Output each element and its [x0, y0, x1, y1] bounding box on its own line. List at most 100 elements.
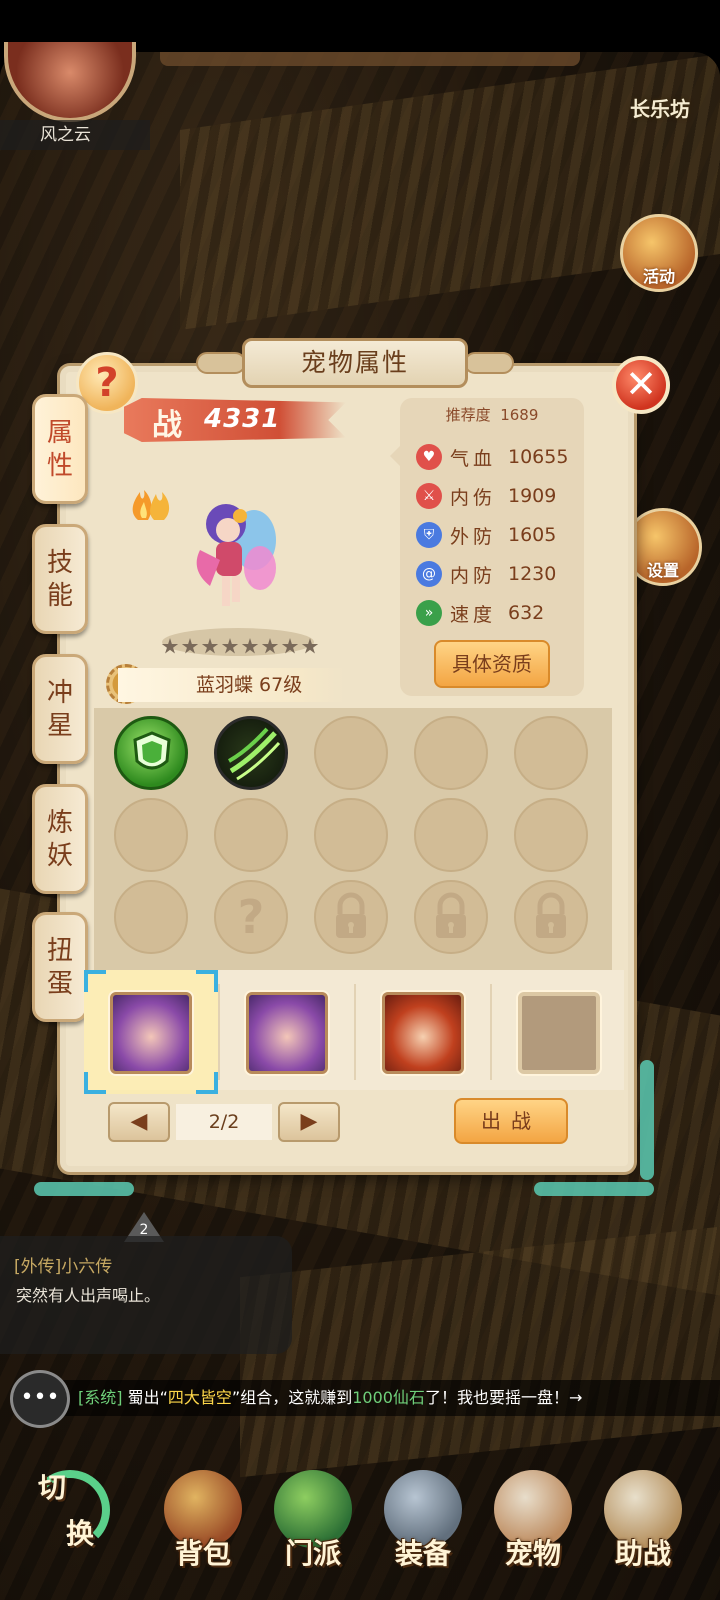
- tab-star-up-label-2: 星: [46, 711, 73, 741]
- deploy-button[interactable]: 出战: [454, 1098, 568, 1144]
- lock-icon[interactable]: [514, 880, 588, 954]
- nav-pet[interactable]: 宠物: [478, 1470, 588, 1590]
- nav-bag-label: 背包: [174, 1537, 231, 1570]
- empty-skill-slot[interactable]: [514, 716, 588, 790]
- stat-label: 速度: [450, 603, 497, 626]
- tab-gacha-label-1: 扭: [46, 936, 73, 966]
- empty-skill-slot[interactable]: [114, 880, 188, 954]
- quest-description: 突然有人出声喝止。: [16, 1286, 161, 1305]
- tab-refine[interactable]: 炼 妖: [32, 784, 88, 894]
- star-icon: [161, 638, 179, 654]
- switch-label-1: 切: [38, 1471, 67, 1504]
- close-button[interactable]: ✕: [612, 356, 670, 414]
- lock-icon[interactable]: [314, 880, 388, 954]
- stat-value: 1230: [508, 563, 557, 585]
- pet-divider: [490, 984, 492, 1080]
- stat-row-outer-defense: ⛨ 外防 1605: [416, 520, 586, 550]
- stat-row-inner-damage: ⚔ 内伤 1909: [416, 481, 586, 511]
- tab-attributes[interactable]: 属 性: [32, 394, 88, 504]
- tab-star-up[interactable]: 冲 星: [32, 654, 88, 764]
- tab-refine-label-2: 妖: [46, 841, 73, 871]
- resource-bar: [160, 52, 580, 66]
- chat-text: ”组合，这就赚到: [231, 1388, 353, 1407]
- stat-value: 1909: [508, 485, 557, 507]
- empty-skill-slot[interactable]: [314, 798, 388, 872]
- pet-butterfly-figure: [196, 504, 276, 606]
- pet-card-3[interactable]: [382, 992, 464, 1074]
- recommend-score: 推荐度 1689: [400, 404, 584, 425]
- wind-slash-skill-icon[interactable]: [214, 716, 288, 790]
- empty-skill-slot[interactable]: [514, 798, 588, 872]
- activity-label: 活动: [642, 267, 675, 286]
- tab-attributes-label-2: 性: [46, 451, 73, 481]
- nav-pet-label: 宠物: [504, 1537, 561, 1570]
- pet-card-2[interactable]: [246, 992, 328, 1074]
- settings-label: 设置: [646, 561, 679, 580]
- nav-assist-label: 助战: [614, 1537, 671, 1570]
- star-icon: [241, 638, 259, 654]
- quest-tracker[interactable]: [外传]小六传 突然有人出声喝止。: [0, 1236, 292, 1354]
- nav-equipment-label: 装备: [394, 1537, 451, 1570]
- shield-skill-icon[interactable]: [114, 716, 188, 790]
- tab-star-up-label-1: 冲: [46, 678, 73, 708]
- empty-skill-slot[interactable]: [214, 798, 288, 872]
- empty-skill-slot[interactable]: [414, 798, 488, 872]
- switch-button[interactable]: 切 换: [20, 1460, 110, 1580]
- activity-button[interactable]: 活动: [620, 214, 698, 292]
- star-icon: [221, 638, 239, 654]
- empty-skill-slot[interactable]: [314, 716, 388, 790]
- swirl-icon: @: [416, 561, 442, 587]
- empty-skill-slot[interactable]: [114, 798, 188, 872]
- nav-bag[interactable]: 背包: [148, 1470, 258, 1590]
- lock-icon[interactable]: [414, 880, 488, 954]
- panel-title: 宠物属性: [242, 338, 468, 388]
- nav-assist[interactable]: 助战: [588, 1470, 698, 1590]
- location-button[interactable]: 长乐坊: [612, 84, 708, 134]
- star-icon: [261, 638, 279, 654]
- chat-bubble-icon[interactable]: •••: [10, 1370, 70, 1428]
- jade-ornament-left: [34, 1182, 134, 1196]
- stat-row-speed: » 速度 632: [416, 598, 586, 628]
- pet-divider: [218, 984, 220, 1080]
- stat-value: 1605: [508, 524, 557, 546]
- unknown-skill-slot[interactable]: ?: [214, 880, 288, 954]
- tab-skills-label-1: 技: [46, 548, 73, 578]
- title-ornament-left: [196, 352, 246, 374]
- recommend-value: 1689: [500, 406, 539, 424]
- switch-label-2: 换: [66, 1517, 95, 1550]
- stat-label: 气血: [450, 447, 497, 470]
- chat-highlight: 四大皆空: [167, 1388, 232, 1407]
- player-name: 风之云: [0, 120, 150, 150]
- tab-skills[interactable]: 技 能: [32, 524, 88, 634]
- pet-divider: [354, 984, 356, 1080]
- stat-label: 内防: [450, 564, 497, 587]
- detail-aptitude-button[interactable]: 具体资质: [434, 640, 550, 688]
- stat-label: 内伤: [450, 486, 497, 509]
- tab-gacha-label-2: 蛋: [46, 969, 73, 999]
- jade-ornament-vine: [640, 1060, 654, 1180]
- settings-button[interactable]: 设置: [624, 508, 702, 586]
- next-page-button[interactable]: ▶: [278, 1102, 340, 1142]
- nav-equipment[interactable]: 装备: [368, 1470, 478, 1590]
- stat-row-hp: ♥ 气血 10655: [416, 442, 586, 472]
- system-chat-bar[interactable]: [系统] 蜀出“四大皆空”组合，这就赚到1000仙石了！我也要摇一盘！→: [60, 1380, 720, 1416]
- jade-ornament-right: [534, 1182, 654, 1196]
- shield-icon: ⛨: [416, 522, 442, 548]
- nav-sect[interactable]: 门派: [258, 1470, 368, 1590]
- empty-skill-slot[interactable]: [414, 716, 488, 790]
- combat-power-banner: 战 4331: [124, 398, 346, 442]
- pet-card-1[interactable]: [110, 992, 192, 1074]
- pet-card-empty[interactable]: [518, 992, 600, 1074]
- page-indicator: 2/2: [176, 1104, 272, 1140]
- heart-icon: ♥: [416, 444, 442, 470]
- tab-gacha[interactable]: 扭 蛋: [32, 912, 88, 1022]
- quest-title: [外传]小六传: [14, 1257, 113, 1277]
- chat-text: 了！我也要摇一盘！→: [424, 1388, 583, 1407]
- star-icon: [201, 638, 219, 654]
- prev-page-button[interactable]: ◀: [108, 1102, 170, 1142]
- fire-element-icon: [132, 490, 170, 520]
- stat-value: 10655: [508, 446, 569, 468]
- tab-attributes-label-1: 属: [46, 418, 73, 448]
- combat-power-prefix: 战: [152, 408, 182, 443]
- stat-label: 外防: [450, 525, 497, 548]
